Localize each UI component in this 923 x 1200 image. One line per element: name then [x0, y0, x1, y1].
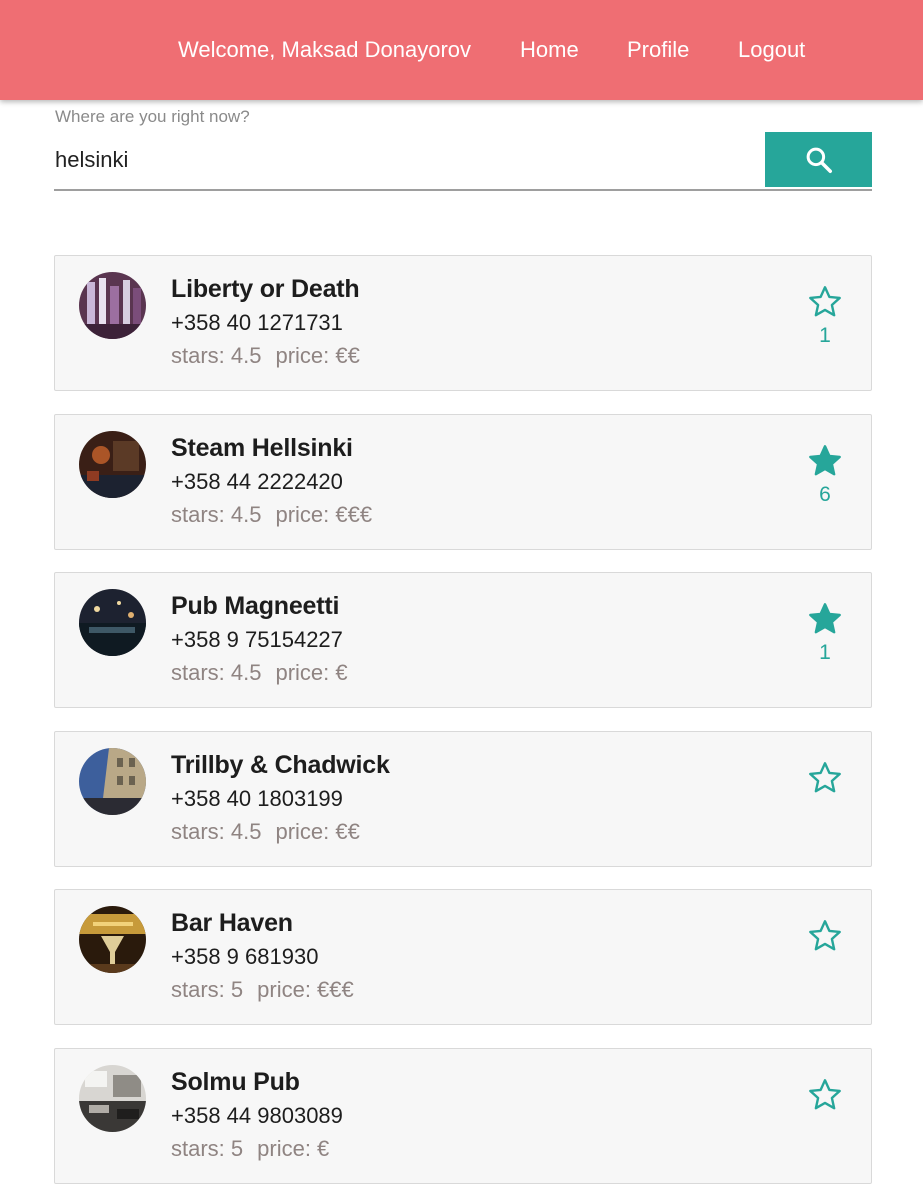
favorite-toggle[interactable]: 1: [799, 601, 851, 665]
favorite-toggle[interactable]: 1: [799, 284, 851, 348]
venue-phone: +358 40 1271731: [171, 310, 343, 335]
favorite-toggle[interactable]: [799, 1077, 851, 1117]
venue-card[interactable]: Pub Magneetti +358 9 75154227 stars: 4.5 pr…: [54, 572, 872, 709]
venue-meta: stars: 4.5 price: €€: [171, 819, 360, 845]
favorite-count: 1: [819, 641, 831, 665]
venue-name: Steam Hellsinki: [171, 433, 353, 462]
street-facade-photo: [79, 747, 146, 815]
venue-stars: stars: 4.5: [171, 818, 262, 844]
favorite-toggle[interactable]: 6: [799, 443, 851, 507]
top-navigation-bar: Welcome, Maksad Donayorov Home Profile L…: [0, 0, 923, 100]
venue-price: price: €€: [275, 343, 360, 368]
search-button[interactable]: [765, 132, 872, 187]
venue-name: Trillby & Chadwick: [171, 750, 390, 779]
venue-card[interactable]: Bar Haven +358 9 681930 stars: 5 price: €€€: [54, 889, 872, 1026]
location-search-input[interactable]: [54, 132, 762, 188]
venue-card[interactable]: Liberty or Death +358 40 1271731 stars: 4.…: [54, 255, 872, 391]
venue-card[interactable]: Steam Hellsinki +358 44 2222420 stars: 4.5…: [54, 413, 872, 550]
venue-name: Solmu Pub: [171, 1067, 300, 1096]
star-filled-icon: [809, 444, 841, 475]
venue-meta: stars: 4.5 price: €€€: [171, 502, 372, 528]
star-outline-icon: [809, 920, 841, 951]
favorite-count: 1: [819, 324, 831, 347]
bottles-bar-photo: [79, 272, 146, 339]
venue-meta: stars: 5 price: €€€: [171, 977, 354, 1003]
venue-phone: +358 44 9803089: [171, 1102, 343, 1128]
venue-stars: stars: 4.5: [171, 343, 262, 368]
venue-avatar: [79, 430, 146, 498]
venue-price: price: €€: [275, 818, 360, 844]
venue-card[interactable]: Trillby & Chadwick +358 40 1803199 stars: …: [54, 730, 872, 867]
venue-price: price: €: [257, 1135, 330, 1161]
favorite-toggle[interactable]: [799, 760, 851, 800]
venue-phone: +358 9 75154227: [171, 627, 343, 653]
venue-name: Bar Haven: [171, 909, 293, 938]
cocktail-glass-photo: [79, 906, 146, 974]
welcome-message: Welcome, Maksad Donayorov: [178, 37, 472, 62]
search-icon: [806, 147, 832, 173]
nav-home-link[interactable]: Home: [520, 0, 579, 100]
venue-meta: stars: 4.5 price: €: [171, 660, 348, 686]
venue-price: price: €: [275, 660, 348, 686]
search-label: Where are you right now?: [55, 107, 250, 126]
venue-stars: stars: 4.5: [171, 501, 262, 527]
venue-avatar: [79, 272, 146, 339]
venue-price: price: €€€: [275, 501, 373, 527]
star-outline-icon: [809, 286, 841, 317]
favorite-toggle[interactable]: [799, 918, 851, 958]
pub-interior-photo: [79, 1064, 146, 1132]
dim-bar-interior-photo: [79, 430, 146, 498]
venue-card[interactable]: Solmu Pub +358 44 9803089 stars: 5 price: €: [54, 1047, 872, 1184]
venue-name: Pub Magneetti: [171, 592, 340, 621]
venue-stars: stars: 4.5: [171, 660, 262, 686]
venue-phone: +358 9 681930: [171, 944, 319, 970]
search-input-underline: [54, 189, 872, 191]
venue-stars: stars: 5: [171, 1135, 244, 1161]
venue-avatar: [79, 747, 146, 815]
star-outline-icon: [809, 1079, 841, 1110]
venue-avatar: [79, 1064, 146, 1132]
venue-stars: stars: 5: [171, 977, 244, 1003]
venue-price: price: €€€: [257, 977, 354, 1003]
star-outline-icon: [809, 761, 841, 793]
venue-phone: +358 44 2222420: [171, 468, 343, 494]
venue-phone: +358 40 1803199: [171, 785, 343, 811]
night-pub-photo: [79, 589, 146, 657]
nav-logout-link[interactable]: Logout: [738, 0, 805, 100]
venue-avatar: [79, 589, 146, 657]
star-filled-icon: [809, 603, 841, 634]
favorite-count: 6: [819, 482, 831, 506]
venue-avatar: [79, 906, 146, 974]
venue-meta: stars: 5 price: €: [171, 1136, 329, 1162]
venue-meta: stars: 4.5 price: €€: [171, 343, 360, 369]
venue-name: Liberty or Death: [171, 275, 360, 303]
nav-profile-link[interactable]: Profile: [627, 0, 689, 100]
venue-list: Liberty or Death +358 40 1271731 stars: 4.…: [54, 255, 872, 1200]
